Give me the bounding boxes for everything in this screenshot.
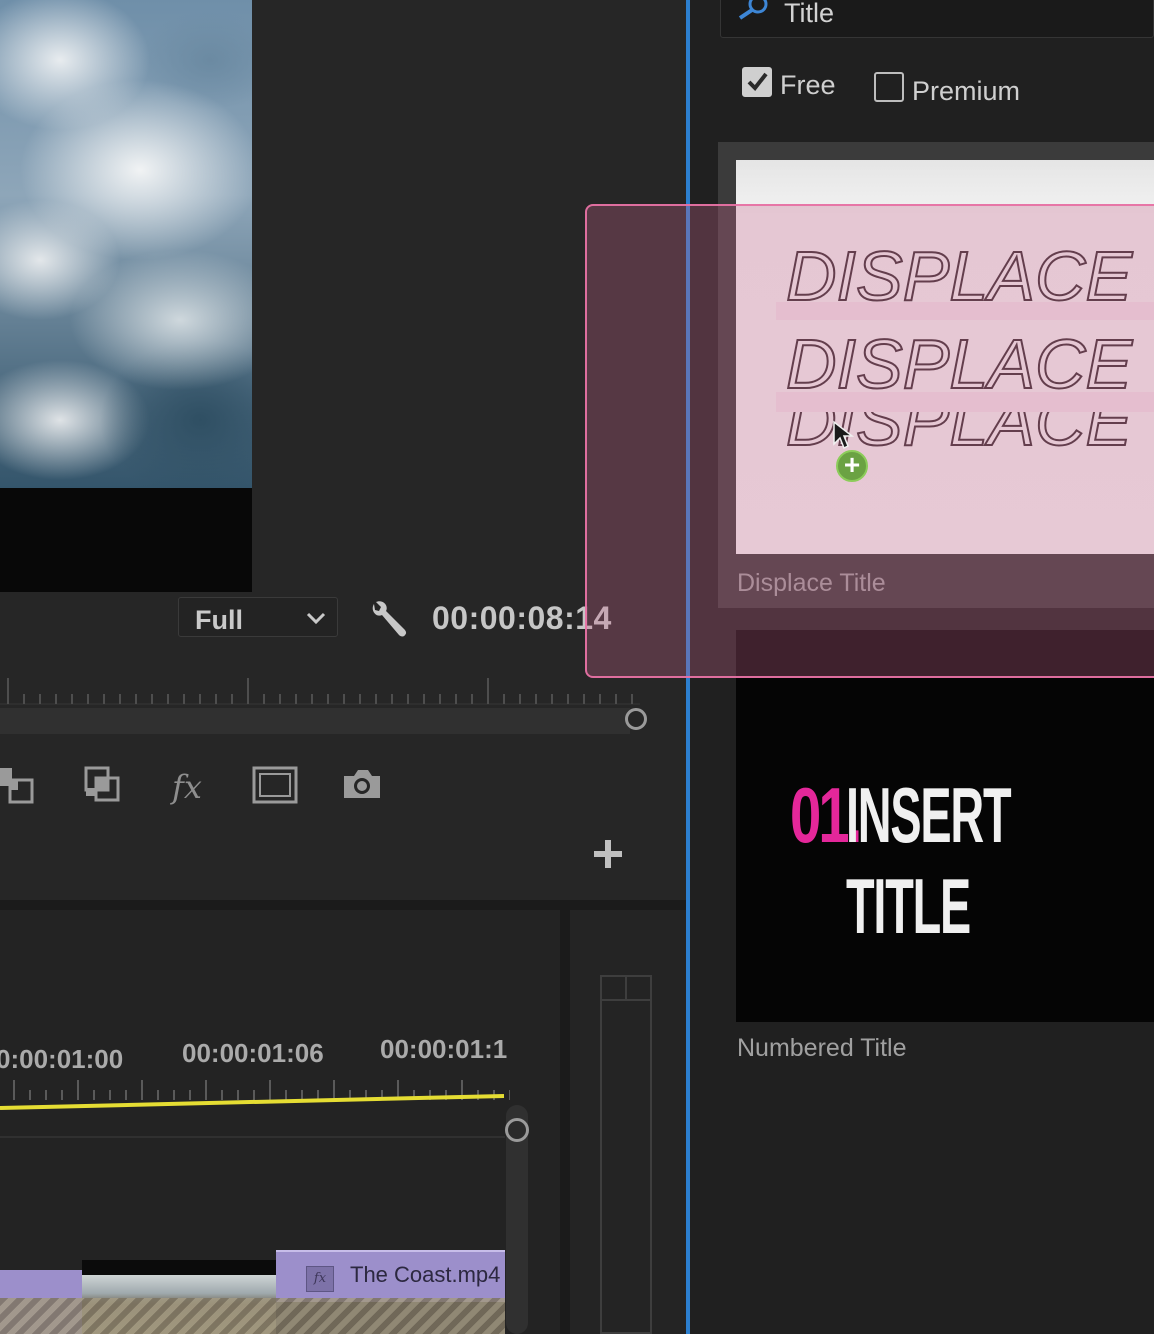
free-checkbox-label[interactable]: Free: [780, 70, 836, 101]
work-area-bar: [0, 1094, 505, 1110]
plus-icon[interactable]: [590, 836, 626, 872]
cursor-icon: [833, 420, 854, 450]
wrench-icon[interactable]: [368, 598, 408, 640]
video-frame-sky: [0, 0, 252, 488]
search-input-value: Title: [784, 0, 835, 28]
search-icon: [738, 0, 768, 20]
chevron-down-icon: [306, 612, 326, 625]
template-name-numbered-title: Numbered Title: [737, 1034, 907, 1062]
panel-divider[interactable]: [0, 900, 686, 910]
checkbox-icon: [747, 72, 768, 92]
free-checkbox[interactable]: [742, 67, 772, 97]
monitor-scrub-bar[interactable]: [0, 708, 630, 734]
audio-clip-waveform[interactable]: [0, 1298, 505, 1334]
timeline-splitter[interactable]: [560, 910, 570, 1334]
timeline-timecode-1: 0:00:01:00: [0, 1044, 124, 1074]
fx-icon[interactable]: fx: [166, 762, 212, 808]
clip-name-label: The Coast.mp4: [350, 1262, 501, 1287]
track-separator: [0, 1136, 505, 1138]
program-monitor-video[interactable]: [0, 0, 252, 592]
playback-resolution-dropdown[interactable]: Full: [178, 597, 338, 637]
premium-checkbox[interactable]: [874, 72, 904, 102]
scrollbar-handle[interactable]: [505, 1118, 529, 1142]
compare-view-button[interactable]: [80, 762, 126, 808]
svg-text:fx: fx: [170, 768, 202, 806]
audio-meter-divider: [625, 975, 627, 1001]
drag-ghost-overlay: [585, 204, 1154, 678]
premium-checkbox-label[interactable]: Premium: [912, 76, 1020, 107]
monitor-out-handle[interactable]: [625, 708, 647, 730]
playback-resolution-value: Full: [195, 605, 243, 635]
audio-meter: [600, 975, 652, 1334]
clip-fx-badge: fx: [306, 1266, 334, 1292]
camera-icon[interactable]: [340, 762, 386, 808]
add-badge-icon: +: [836, 450, 868, 482]
timeline-timecode-2: 00:00:01:06: [182, 1038, 324, 1068]
safe-margins-icon[interactable]: [252, 762, 298, 808]
timeline-ruler[interactable]: [0, 1076, 510, 1116]
insert-button[interactable]: [0, 762, 40, 808]
numbered-title-preview-text: INSERT TITLE: [846, 771, 1012, 950]
timeline-timecode-3: 00:00:01:1: [380, 1034, 508, 1064]
